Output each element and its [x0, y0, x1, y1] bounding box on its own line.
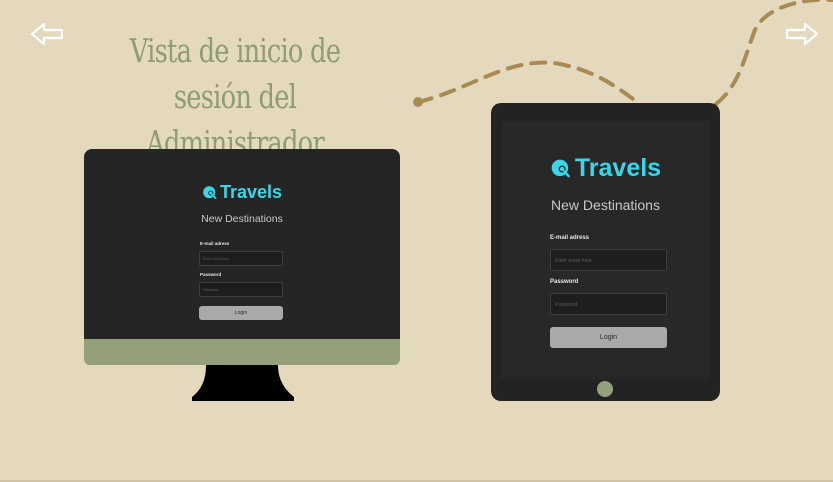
- globe-search-icon: [203, 185, 217, 199]
- brand-subtitle: New Destinations: [551, 197, 660, 213]
- password-label: Password: [550, 279, 579, 285]
- desktop-screen: Travels New Destinations E-mail adress E…: [84, 149, 400, 339]
- arrow-left-icon[interactable]: [30, 22, 64, 46]
- tablet-device: Travels New Destinations E-mail adress E…: [491, 103, 720, 401]
- brand-name: Travels: [219, 182, 283, 202]
- tablet-home-button: [597, 381, 613, 397]
- login-button[interactable]: Login: [550, 327, 667, 348]
- password-field[interactable]: Password: [199, 282, 283, 297]
- email-label: E-mail adress: [550, 235, 590, 241]
- brand-logo: Travels: [501, 154, 710, 183]
- monitor-chin: [84, 339, 400, 365]
- globe-search-icon: [551, 159, 570, 177]
- monitor-stand: [192, 365, 294, 401]
- brand-logo: Travels: [84, 182, 400, 203]
- arrow-right-icon[interactable]: [785, 22, 819, 46]
- login-button[interactable]: Login: [199, 306, 283, 320]
- desktop-monitor: Travels New Destinations E-mail adress E…: [84, 149, 400, 365]
- brand-subtitle: New Destinations: [201, 213, 283, 225]
- email-field[interactable]: Enter email here: [550, 249, 667, 271]
- email-field[interactable]: Enter email here: [199, 251, 283, 266]
- password-label: Password: [200, 272, 222, 277]
- email-label: E-mail adress: [200, 241, 230, 246]
- password-field[interactable]: Password: [550, 293, 667, 315]
- tablet-screen: Travels New Destinations E-mail adress E…: [501, 121, 710, 379]
- slide-title: Vista de inicio de sesión del Administra…: [129, 31, 341, 162]
- brand-name: Travels: [574, 154, 662, 182]
